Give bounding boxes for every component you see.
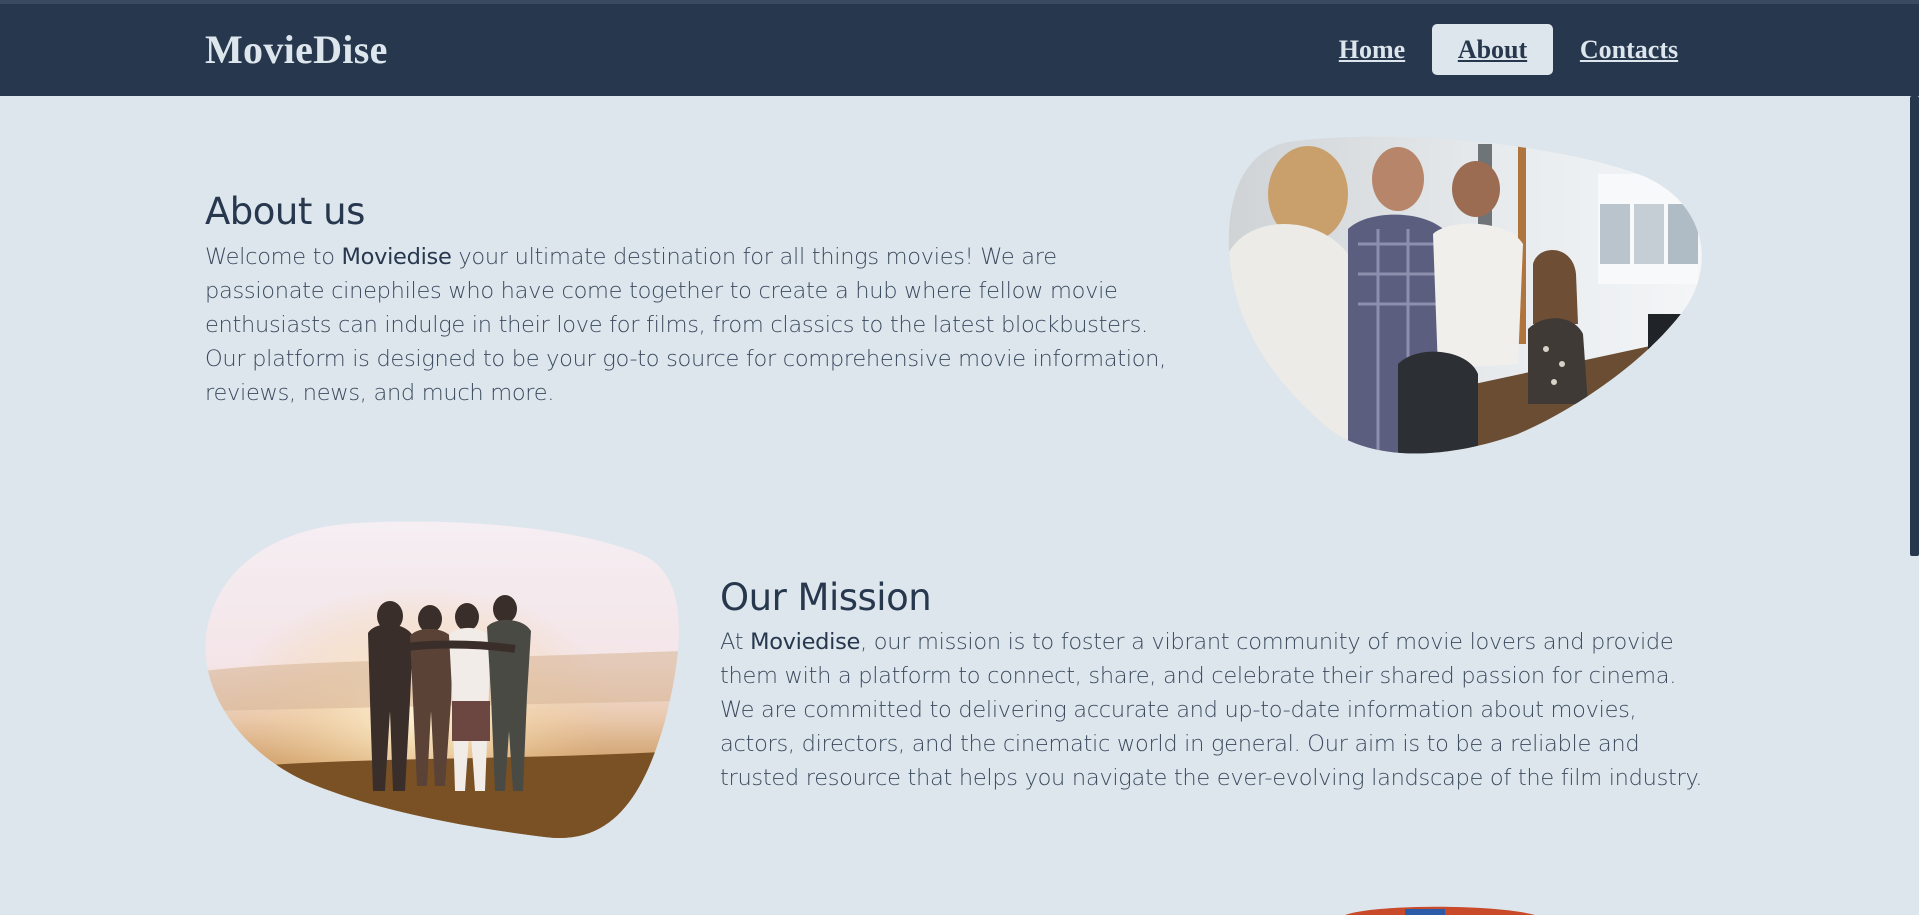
mission-friends-image bbox=[205, 521, 681, 839]
nav-home-link[interactable]: Home bbox=[1337, 24, 1407, 75]
nav-about-link[interactable]: About bbox=[1432, 24, 1553, 75]
navbar: MovieDise Home About Contacts bbox=[0, 4, 1919, 96]
about-title: About us bbox=[205, 190, 365, 233]
next-section-photo-peek bbox=[1345, 906, 1535, 915]
scrollbar-thumb[interactable] bbox=[1910, 96, 1919, 556]
about-brand-name: Moviedise bbox=[341, 244, 452, 270]
mission-text-body: , our mission is to foster a vibrant com… bbox=[720, 629, 1703, 791]
nav-contacts-link[interactable]: Contacts bbox=[1578, 24, 1680, 75]
about-text-prefix: Welcome to bbox=[205, 244, 342, 270]
mission-title: Our Mission bbox=[720, 576, 932, 619]
about-paragraph: Welcome to Moviedise your ultimate desti… bbox=[205, 240, 1180, 410]
site-logo[interactable]: MovieDise bbox=[205, 26, 388, 73]
team-meeting-photo bbox=[1228, 136, 1702, 454]
mission-brand-name: Moviedise bbox=[750, 629, 861, 655]
about-team-image bbox=[1228, 134, 1706, 454]
friends-sunset-photo bbox=[205, 521, 679, 838]
next-section-image bbox=[1335, 906, 1535, 915]
mission-text-prefix: At bbox=[720, 629, 751, 655]
mission-paragraph: At Moviedise, our mission is to foster a… bbox=[720, 625, 1705, 795]
